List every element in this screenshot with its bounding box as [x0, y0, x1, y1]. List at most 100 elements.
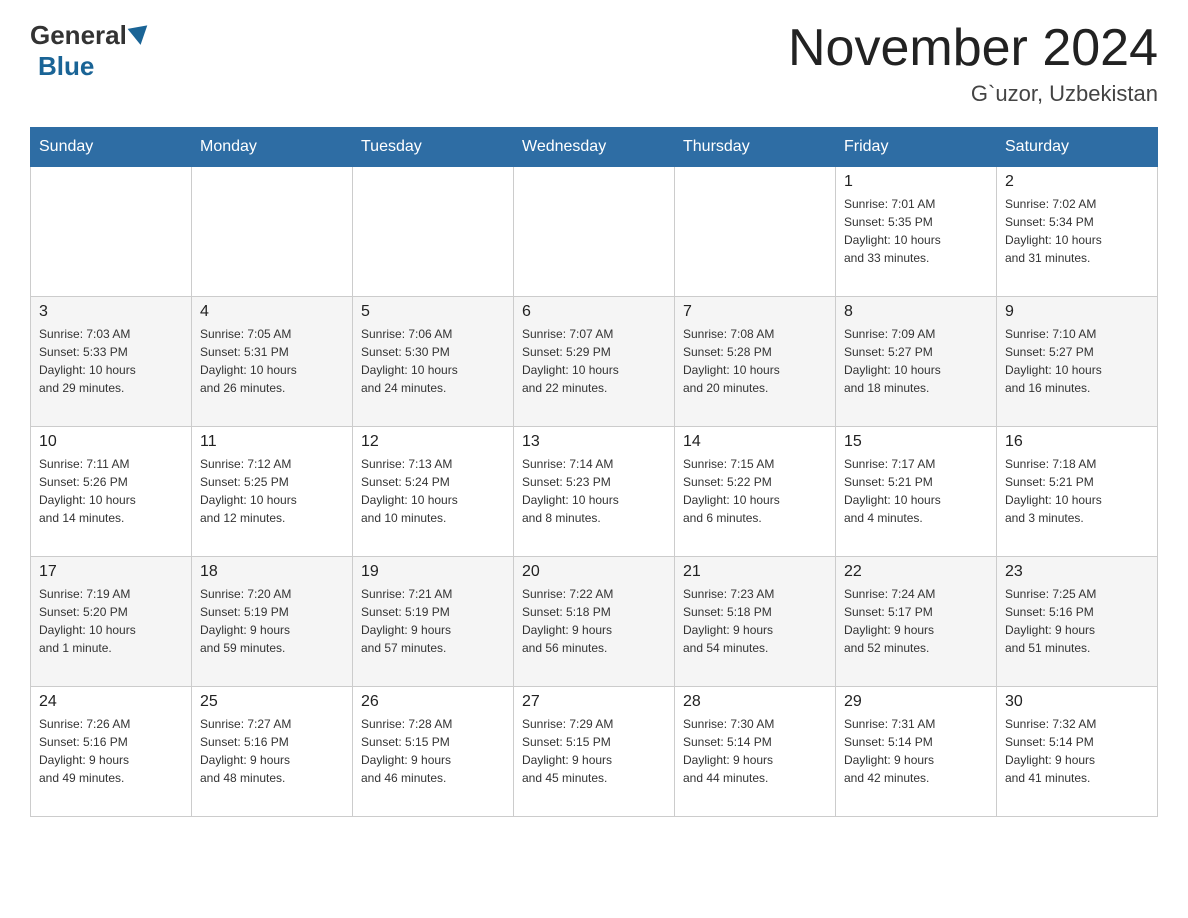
day-number: 30 [1005, 693, 1149, 711]
calendar-cell: 24 Sunrise: 7:26 AMSunset: 5:16 PMDayligh… [31, 687, 192, 817]
calendar-cell: 6 Sunrise: 7:07 AMSunset: 5:29 PMDaylight… [514, 297, 675, 427]
day-info: Sunrise: 7:15 AMSunset: 5:22 PMDaylight:… [683, 455, 827, 527]
day-number: 16 [1005, 433, 1149, 451]
day-info: Sunrise: 7:24 AMSunset: 5:17 PMDaylight:… [844, 585, 988, 657]
calendar-header-row: SundayMondayTuesdayWednesdayThursdayFrid… [31, 128, 1158, 167]
day-info: Sunrise: 7:11 AMSunset: 5:26 PMDaylight:… [39, 455, 183, 527]
weekday-header-saturday: Saturday [997, 128, 1158, 167]
day-number: 8 [844, 303, 988, 321]
day-number: 4 [200, 303, 344, 321]
calendar-cell: 16Sunrise: 7:18 AMSunset: 5:21 PMDayligh… [997, 427, 1158, 557]
calendar-cell [514, 167, 675, 297]
calendar-cell: 20 Sunrise: 7:22 AMSunset: 5:18 PMDayligh… [514, 557, 675, 687]
day-number: 6 [522, 303, 666, 321]
day-info: Sunrise: 7:31 AMSunset: 5:14 PMDaylight:… [844, 715, 988, 787]
day-number: 19 [361, 563, 505, 581]
day-info: Sunrise: 7:08 AMSunset: 5:28 PMDaylight:… [683, 325, 827, 397]
calendar-cell: 26 Sunrise: 7:28 AMSunset: 5:15 PMDayligh… [353, 687, 514, 817]
day-number: 5 [361, 303, 505, 321]
day-info: Sunrise: 7:10 AMSunset: 5:27 PMDaylight:… [1005, 325, 1149, 397]
calendar-week-2: 3 Sunrise: 7:03 AMSunset: 5:33 PMDaylight… [31, 297, 1158, 427]
day-info: Sunrise: 7:26 AMSunset: 5:16 PMDaylight:… [39, 715, 183, 787]
day-info: Sunrise: 7:29 AMSunset: 5:15 PMDaylight:… [522, 715, 666, 787]
day-number: 18 [200, 563, 344, 581]
day-number: 2 [1005, 173, 1149, 191]
calendar-cell: 1 Sunrise: 7:01 AMSunset: 5:35 PMDaylight… [836, 167, 997, 297]
day-number: 23 [1005, 563, 1149, 581]
calendar-cell [31, 167, 192, 297]
day-number: 26 [361, 693, 505, 711]
day-number: 15 [844, 433, 988, 451]
calendar-cell: 8 Sunrise: 7:09 AMSunset: 5:27 PMDaylight… [836, 297, 997, 427]
calendar-week-3: 10 Sunrise: 7:11 AMSunset: 5:26 PMDayligh… [31, 427, 1158, 557]
day-info: Sunrise: 7:23 AMSunset: 5:18 PMDaylight:… [683, 585, 827, 657]
calendar-table: SundayMondayTuesdayWednesdayThursdayFrid… [30, 127, 1158, 817]
calendar-cell: 13 Sunrise: 7:14 AMSunset: 5:23 PMDayligh… [514, 427, 675, 557]
day-info: Sunrise: 7:32 AMSunset: 5:14 PMDaylight:… [1005, 715, 1149, 787]
weekday-header-thursday: Thursday [675, 128, 836, 167]
day-number: 13 [522, 433, 666, 451]
calendar-cell: 3 Sunrise: 7:03 AMSunset: 5:33 PMDaylight… [31, 297, 192, 427]
calendar-cell: 29 Sunrise: 7:31 AMSunset: 5:14 PMDayligh… [836, 687, 997, 817]
day-number: 29 [844, 693, 988, 711]
day-info: Sunrise: 7:17 AMSunset: 5:21 PMDaylight:… [844, 455, 988, 527]
calendar-week-4: 17 Sunrise: 7:19 AMSunset: 5:20 PMDayligh… [31, 557, 1158, 687]
month-title: November 2024 [788, 20, 1158, 77]
day-number: 28 [683, 693, 827, 711]
day-info: Sunrise: 7:13 AMSunset: 5:24 PMDaylight:… [361, 455, 505, 527]
logo-triangle-icon [127, 25, 150, 46]
day-info: Sunrise: 7:07 AMSunset: 5:29 PMDaylight:… [522, 325, 666, 397]
logo: General Blue [30, 20, 151, 82]
calendar-cell: 2 Sunrise: 7:02 AMSunset: 5:34 PMDaylight… [997, 167, 1158, 297]
calendar-cell [675, 167, 836, 297]
day-info: Sunrise: 7:05 AMSunset: 5:31 PMDaylight:… [200, 325, 344, 397]
day-info: Sunrise: 7:21 AMSunset: 5:19 PMDaylight:… [361, 585, 505, 657]
weekday-header-tuesday: Tuesday [353, 128, 514, 167]
title-section: November 2024 G`uzor, Uzbekistan [788, 20, 1158, 107]
day-number: 1 [844, 173, 988, 191]
day-info: Sunrise: 7:14 AMSunset: 5:23 PMDaylight:… [522, 455, 666, 527]
day-info: Sunrise: 7:01 AMSunset: 5:35 PMDaylight:… [844, 195, 988, 267]
weekday-header-wednesday: Wednesday [514, 128, 675, 167]
day-number: 27 [522, 693, 666, 711]
day-info: Sunrise: 7:09 AMSunset: 5:27 PMDaylight:… [844, 325, 988, 397]
calendar-week-5: 24 Sunrise: 7:26 AMSunset: 5:16 PMDayligh… [31, 687, 1158, 817]
day-info: Sunrise: 7:30 AMSunset: 5:14 PMDaylight:… [683, 715, 827, 787]
calendar-cell: 11Sunrise: 7:12 AMSunset: 5:25 PMDayligh… [192, 427, 353, 557]
calendar-cell: 23 Sunrise: 7:25 AMSunset: 5:16 PMDayligh… [997, 557, 1158, 687]
day-info: Sunrise: 7:12 AMSunset: 5:25 PMDaylight:… [200, 455, 344, 527]
day-number: 9 [1005, 303, 1149, 321]
calendar-cell: 27 Sunrise: 7:29 AMSunset: 5:15 PMDayligh… [514, 687, 675, 817]
calendar-cell: 19 Sunrise: 7:21 AMSunset: 5:19 PMDayligh… [353, 557, 514, 687]
calendar-cell: 30 Sunrise: 7:32 AMSunset: 5:14 PMDayligh… [997, 687, 1158, 817]
day-info: Sunrise: 7:03 AMSunset: 5:33 PMDaylight:… [39, 325, 183, 397]
logo-general-text: General [30, 20, 127, 51]
day-number: 17 [39, 563, 183, 581]
day-number: 10 [39, 433, 183, 451]
day-info: Sunrise: 7:27 AMSunset: 5:16 PMDaylight:… [200, 715, 344, 787]
calendar-cell: 10 Sunrise: 7:11 AMSunset: 5:26 PMDayligh… [31, 427, 192, 557]
day-info: Sunrise: 7:28 AMSunset: 5:15 PMDaylight:… [361, 715, 505, 787]
day-number: 3 [39, 303, 183, 321]
calendar-cell: 14Sunrise: 7:15 AMSunset: 5:22 PMDayligh… [675, 427, 836, 557]
calendar-cell: 15 Sunrise: 7:17 AMSunset: 5:21 PMDayligh… [836, 427, 997, 557]
calendar-cell: 12Sunrise: 7:13 AMSunset: 5:24 PMDayligh… [353, 427, 514, 557]
day-number: 20 [522, 563, 666, 581]
day-number: 22 [844, 563, 988, 581]
calendar-cell: 9 Sunrise: 7:10 AMSunset: 5:27 PMDaylight… [997, 297, 1158, 427]
calendar-cell: 25Sunrise: 7:27 AMSunset: 5:16 PMDayligh… [192, 687, 353, 817]
calendar-cell: 17 Sunrise: 7:19 AMSunset: 5:20 PMDayligh… [31, 557, 192, 687]
day-info: Sunrise: 7:20 AMSunset: 5:19 PMDaylight:… [200, 585, 344, 657]
calendar-cell: 22 Sunrise: 7:24 AMSunset: 5:17 PMDayligh… [836, 557, 997, 687]
day-number: 24 [39, 693, 183, 711]
location-label: G`uzor, Uzbekistan [788, 81, 1158, 107]
calendar-cell: 28 Sunrise: 7:30 AMSunset: 5:14 PMDayligh… [675, 687, 836, 817]
day-info: Sunrise: 7:19 AMSunset: 5:20 PMDaylight:… [39, 585, 183, 657]
calendar-cell [192, 167, 353, 297]
day-info: Sunrise: 7:22 AMSunset: 5:18 PMDaylight:… [522, 585, 666, 657]
weekday-header-sunday: Sunday [31, 128, 192, 167]
day-info: Sunrise: 7:25 AMSunset: 5:16 PMDaylight:… [1005, 585, 1149, 657]
day-number: 21 [683, 563, 827, 581]
page-header: General Blue November 2024 G`uzor, Uzbek… [30, 20, 1158, 107]
day-info: Sunrise: 7:02 AMSunset: 5:34 PMDaylight:… [1005, 195, 1149, 267]
